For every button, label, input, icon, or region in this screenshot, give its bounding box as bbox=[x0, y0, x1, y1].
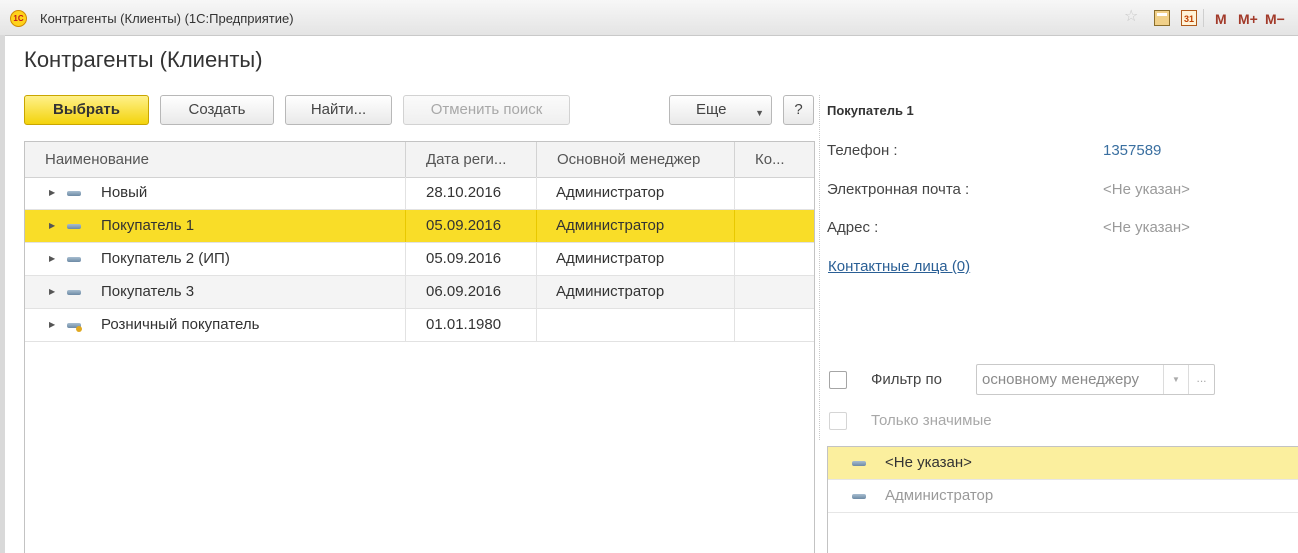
column-header-date[interactable]: Дата реги... bbox=[406, 142, 537, 177]
find-button[interactable]: Найти... bbox=[285, 95, 392, 125]
titlebar-separator bbox=[1203, 9, 1204, 27]
manager-icon bbox=[852, 461, 866, 466]
list-item-label: Администратор bbox=[885, 487, 994, 504]
panel-divider bbox=[819, 95, 820, 440]
row-name: Новый bbox=[25, 177, 406, 209]
column-header-name[interactable]: Наименование bbox=[25, 142, 406, 177]
row-name: Розничный покупатель bbox=[25, 309, 406, 341]
row-name: Покупатель 3 bbox=[25, 276, 406, 308]
row-date: 05.09.2016 bbox=[406, 210, 537, 242]
window-left-edge bbox=[0, 35, 5, 553]
only-significant-label: Только значимые bbox=[871, 412, 992, 429]
memory-plus-button[interactable]: M+ bbox=[1238, 11, 1258, 27]
table-row[interactable]: ▶ Розничный покупатель 01.01.1980 bbox=[25, 309, 814, 342]
table-row[interactable]: ▶ Покупатель 1 05.09.2016 Администратор bbox=[25, 210, 814, 243]
list-item-label: <Не указан> bbox=[885, 454, 972, 471]
only-significant-checkbox[interactable] bbox=[829, 412, 847, 430]
table-row[interactable]: ▶ Покупатель 3 06.09.2016 Администратор bbox=[25, 276, 814, 309]
email-label: Электронная почта : bbox=[827, 181, 970, 198]
address-value: <Не указан> bbox=[1103, 219, 1190, 236]
create-button[interactable]: Создать bbox=[160, 95, 274, 125]
phone-label: Телефон : bbox=[827, 142, 898, 159]
more-button[interactable]: Еще ▼ bbox=[669, 95, 772, 125]
counterparties-table[interactable]: Наименование Дата реги... Основной менед… bbox=[24, 141, 815, 553]
managers-list[interactable]: <Не указан> Администратор bbox=[827, 446, 1298, 553]
row-date: 05.09.2016 bbox=[406, 243, 537, 275]
row-date: 28.10.2016 bbox=[406, 177, 537, 209]
table-row[interactable]: ▶ Покупатель 2 (ИП) 05.09.2016 Администр… bbox=[25, 243, 814, 276]
manager-icon bbox=[852, 494, 866, 499]
favorites-star-icon[interactable]: ☆ bbox=[1124, 9, 1140, 25]
row-name: Покупатель 1 bbox=[25, 210, 406, 242]
row-manager bbox=[537, 309, 735, 341]
help-button[interactable]: ? bbox=[783, 95, 814, 125]
chevron-down-icon: ▼ bbox=[755, 108, 764, 118]
cancel-search-button[interactable]: Отменить поиск bbox=[403, 95, 570, 125]
contact-persons-link[interactable]: Контактные лица (0) bbox=[828, 258, 970, 275]
table-header: Наименование Дата реги... Основной менед… bbox=[25, 142, 814, 178]
address-label: Адрес : bbox=[827, 219, 879, 236]
column-header-extra[interactable]: Ко... bbox=[735, 142, 814, 177]
chevron-down-icon[interactable]: ▼ bbox=[1163, 365, 1188, 394]
card-title: Покупатель 1 bbox=[827, 103, 914, 118]
row-name: Покупатель 2 (ИП) bbox=[25, 243, 406, 275]
filter-label: Фильтр по bbox=[871, 371, 943, 388]
window-title: Контрагенты (Клиенты) (1С:Предприятие) bbox=[40, 11, 294, 26]
row-manager: Администратор bbox=[537, 243, 735, 275]
row-manager: Администратор bbox=[537, 210, 735, 242]
list-item[interactable]: <Не указан> bbox=[828, 447, 1298, 480]
row-manager: Администратор bbox=[537, 177, 735, 209]
table-row[interactable]: ▶ Новый 28.10.2016 Администратор bbox=[25, 177, 814, 210]
filter-select-value: основному менеджеру bbox=[982, 371, 1139, 388]
more-button-label: Еще bbox=[696, 101, 727, 118]
row-manager: Администратор bbox=[537, 276, 735, 308]
filter-checkbox[interactable] bbox=[829, 371, 847, 389]
window-titlebar: 1С Контрагенты (Клиенты) (1С:Предприятие… bbox=[0, 0, 1298, 36]
row-date: 01.01.1980 bbox=[406, 309, 537, 341]
list-item[interactable]: Администратор bbox=[828, 480, 1298, 513]
page-title: Контрагенты (Клиенты) bbox=[24, 47, 263, 72]
row-date: 06.09.2016 bbox=[406, 276, 537, 308]
calculator-icon[interactable] bbox=[1154, 10, 1170, 26]
filter-more-button[interactable]: ... bbox=[1188, 365, 1214, 394]
select-button[interactable]: Выбрать bbox=[24, 95, 149, 125]
calendar-icon[interactable]: 31 bbox=[1181, 10, 1197, 26]
phone-value: 1357589 bbox=[1103, 142, 1162, 159]
app-logo-icon: 1С bbox=[10, 10, 27, 27]
column-header-manager[interactable]: Основной менеджер bbox=[537, 142, 735, 177]
memory-m-button[interactable]: M bbox=[1215, 11, 1227, 27]
memory-minus-button[interactable]: M− bbox=[1265, 11, 1285, 27]
filter-select[interactable]: основному менеджеру ▼ ... bbox=[976, 364, 1215, 395]
email-value: <Не указан> bbox=[1103, 181, 1190, 198]
